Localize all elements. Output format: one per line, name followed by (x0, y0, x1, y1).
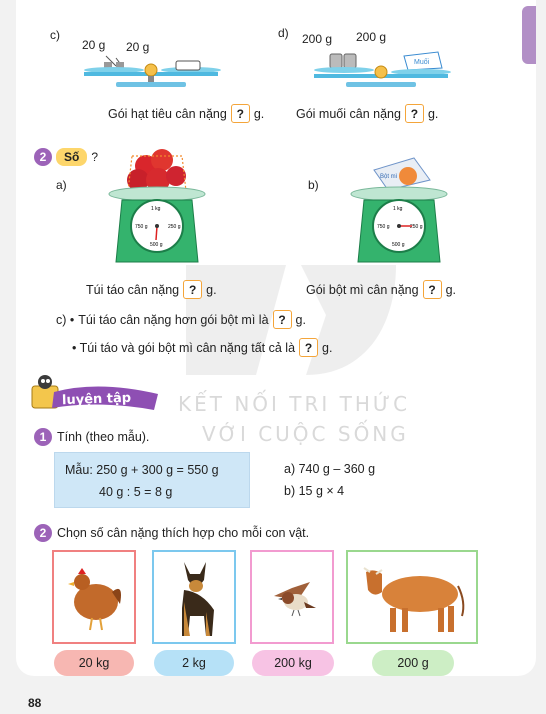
part-d-sentence-text: Gói muối cân nặng (296, 106, 401, 121)
animal-card-cow[interactable] (346, 550, 478, 644)
example-box: Mẫu: 250 g + 300 g = 550 g 40 g : 5 = 8 … (54, 452, 250, 508)
scale-a-mark-250g: 250 g (168, 224, 181, 230)
exercise-2-a-unit: g. (206, 282, 217, 297)
chapter-tab (522, 6, 536, 64)
exercise-2-b-label: b) (308, 178, 319, 192)
exercise-2-a-text: Túi táo cân nặng (86, 282, 180, 297)
exercise-2-header: 2 Số ? (34, 148, 98, 166)
weight-label-200g-right: 200 g (356, 30, 387, 44)
task-1-instruction: Tính (theo mẫu). (57, 430, 150, 444)
exercise-2-c-line1: c) • Túi táo cân nặng hơn gói bột mì là … (56, 310, 306, 329)
task-2-number: 2 (34, 524, 52, 542)
scale-a-mark-500g: 500 g (150, 242, 163, 248)
scale-a-mark-750g: 750 g (135, 224, 148, 230)
option-20kg[interactable]: 20 kg (54, 650, 134, 676)
exercise-2-a-label: a) (56, 178, 67, 192)
scale-b-mark-750g: 750 g (377, 224, 390, 230)
exercise-2-tag: Số (56, 148, 88, 166)
part-d-sentence: Gói muối cân nặng ? g. (296, 104, 438, 123)
page-number: 88 (28, 696, 42, 710)
task-1-item-a: a) 740 g – 360 g (284, 462, 376, 476)
exercise-2-b-text: Gói bột mì cân nặng (306, 282, 419, 297)
exercise-2-c-line2: • Túi táo và gói bột mì cân nặng tất cả … (72, 338, 332, 357)
task-1-item-b: b) 15 g × 4 (284, 484, 345, 498)
balance-scale-salt-icon: Muối (314, 51, 451, 87)
exercise-2-c2-answer-box[interactable]: ? (299, 338, 319, 357)
textbook-page: KẾT NỐI TRI THỨC VỚI CUỘC SỐNG c) 20 g 2… (16, 0, 536, 676)
cow-icon (363, 567, 465, 632)
exercise-2-suffix: ? (91, 150, 99, 164)
part-c-label: c) (50, 28, 60, 42)
scale-a-mark-1kg: 1 kg (151, 206, 161, 212)
scale-b-mark-250g: 250 g (410, 224, 423, 230)
balance-scale-icon (84, 55, 221, 87)
practice-title: luyện tập (61, 390, 132, 409)
task-1-header: 1 Tính (theo mẫu). (34, 428, 149, 446)
exercise-2-b-answer-box[interactable]: ? (422, 280, 442, 299)
exercise-2-b-sentence: Gói bột mì cân nặng ? g. (306, 280, 456, 299)
part-c-unit: g. (253, 106, 265, 121)
animal-card-hen[interactable] (52, 550, 136, 644)
exercise-2-a-answer-box[interactable]: ? (183, 280, 203, 299)
watermark-line2: VỚI CUỘC SỐNG (202, 422, 409, 446)
part-c-answer-box[interactable]: ? (230, 104, 250, 123)
salt-package-label: Muối (414, 57, 430, 66)
task-2-header: 2 Chọn số cân nặng thích hợp cho mỗi con… (34, 524, 309, 542)
part-d-unit: g. (427, 106, 439, 121)
part-c-sentence-text: Gói hạt tiêu cân nặng (108, 106, 227, 121)
exercise-2-c1-answer-box[interactable]: ? (272, 310, 292, 329)
part-d-label: d) (278, 26, 289, 40)
sparrow-icon (274, 582, 316, 617)
animal-card-sparrow[interactable] (250, 550, 334, 644)
exercise-2-c-line2-text: • Túi táo và gói bột mì cân nặng tất cả … (72, 340, 296, 355)
example-line-2: 40 g : 5 = 8 g (99, 485, 173, 499)
animal-card-dog[interactable] (152, 550, 236, 644)
scale-b-mark-1kg: 1 kg (393, 206, 403, 212)
flour-package-label: Bột mì (380, 174, 398, 180)
kitchen-scale-flour-icon: Bột mì 1 kg 750 g 250 g 500 g (350, 157, 448, 263)
hen-icon (68, 568, 121, 631)
exercise-2-c-line1-text: Túi táo cân nặng hơn gói bột mì là (78, 312, 269, 327)
dog-icon (182, 562, 214, 636)
kitchen-scale-apples-icon: 1 kg 750 g 250 g 500 g (108, 149, 206, 263)
exercise-2-b-unit: g. (445, 282, 457, 297)
exercise-2-number: 2 (34, 148, 52, 166)
option-200g[interactable]: 200 g (372, 650, 454, 676)
exercise-2-a-sentence: Túi táo cân nặng ? g. (86, 280, 217, 299)
example-line-1: Mẫu: 250 g + 300 g = 550 g (65, 463, 219, 477)
task-2-instruction: Chọn số cân nặng thích hợp cho mỗi con v… (57, 526, 310, 540)
task-1-number: 1 (34, 428, 52, 446)
exercise-2-c2-unit: g. (322, 340, 333, 355)
option-2kg[interactable]: 2 kg (154, 650, 234, 676)
part-d-answer-box[interactable]: ? (404, 104, 424, 123)
exercise-2-c-label: c) • (56, 312, 75, 327)
part-c-sentence: Gói hạt tiêu cân nặng ? g. (108, 104, 264, 123)
exercise-2-c1-unit: g. (295, 312, 306, 327)
scale-b-mark-500g: 500 g (392, 242, 405, 248)
option-200kg[interactable]: 200 kg (252, 650, 334, 676)
watermark-line1: KẾT NỐI TRI THỨC (178, 392, 411, 416)
